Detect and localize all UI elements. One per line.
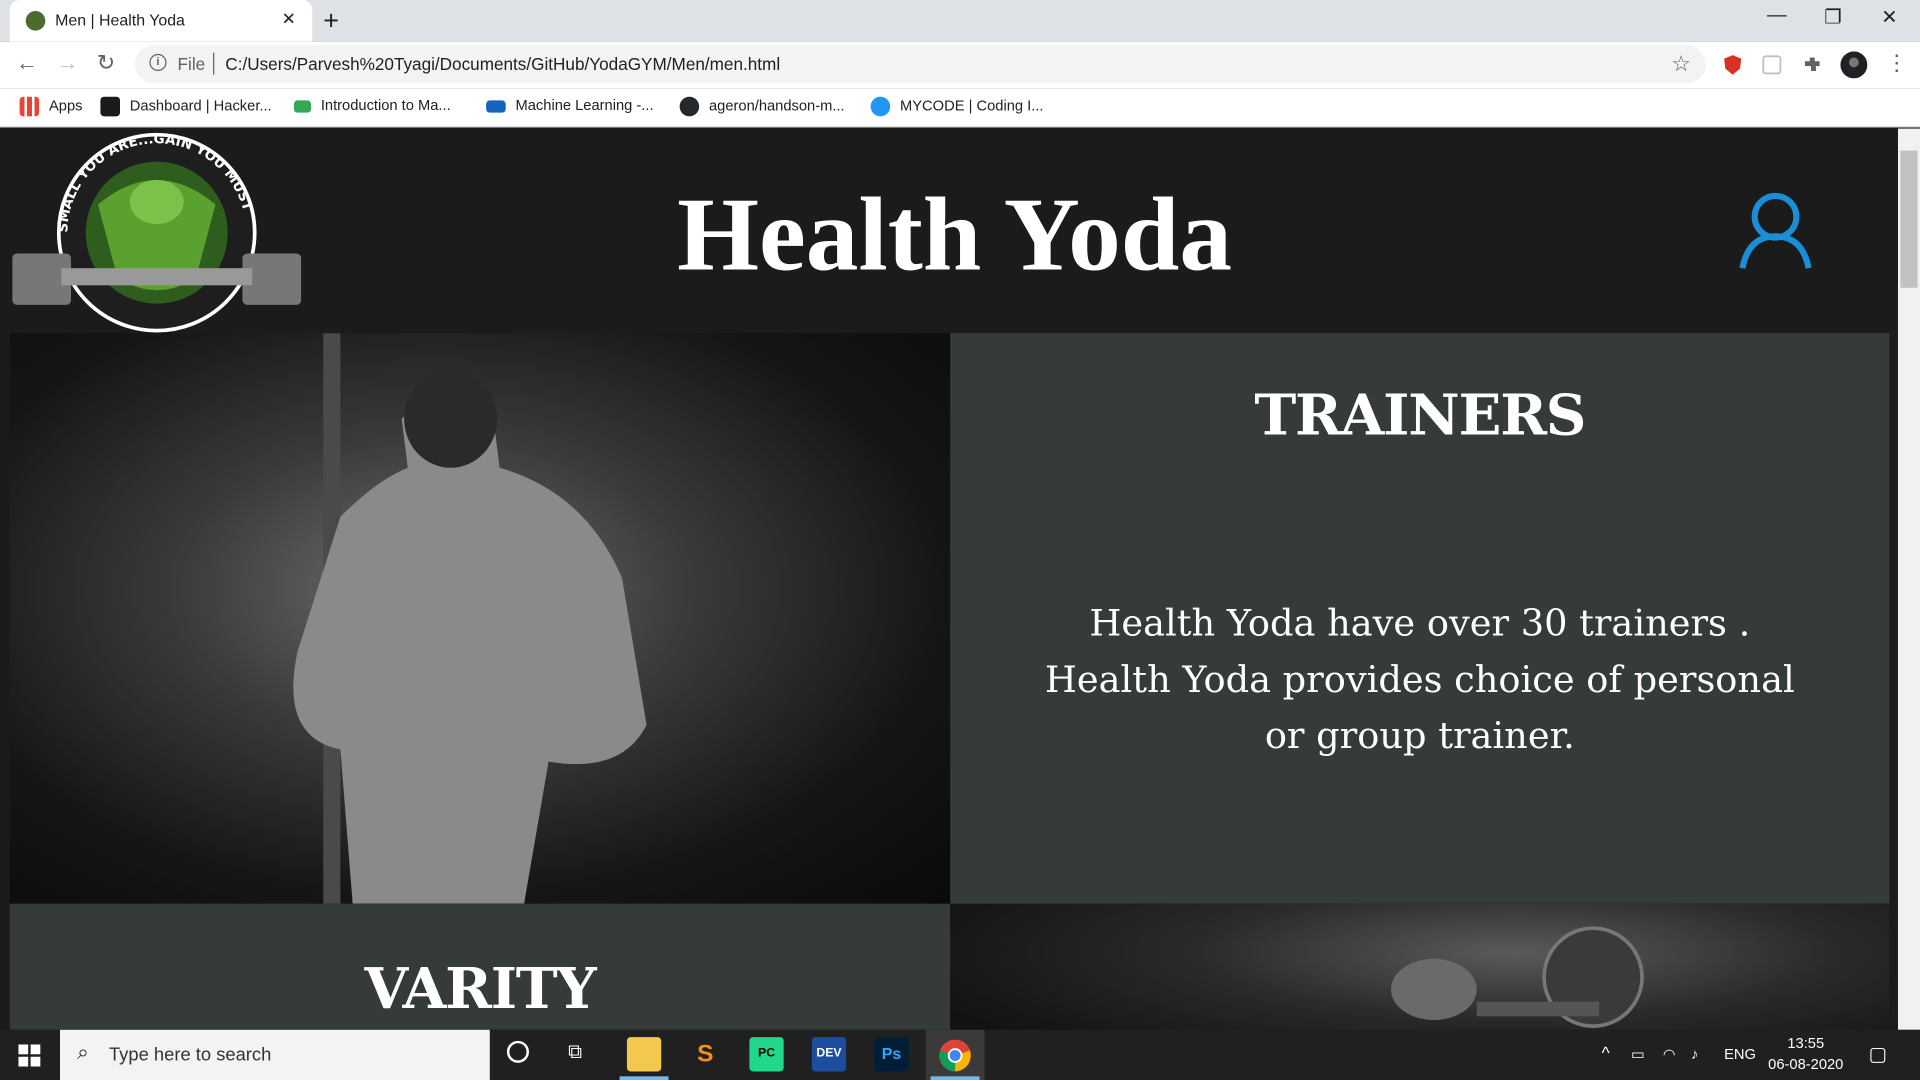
notifications-icon[interactable]: ▢ [1869, 1042, 1888, 1066]
divider [213, 52, 215, 75]
hackerrank-icon [100, 96, 121, 117]
yoda-favicon-icon [25, 11, 46, 31]
browser-tab[interactable]: Men | Health Yoda ✕ [9, 0, 313, 42]
puzzle-extensions-icon[interactable] [1801, 54, 1823, 76]
url-text[interactable]: C:/Users/Parvesh%20Tyagi/Documents/GitHu… [225, 54, 780, 74]
tab-strip: Men | Health Yoda ✕ + — ❐ ✕ [0, 0, 1920, 42]
taskbar-search[interactable]: ⌕ Type here to search [60, 1029, 490, 1080]
dev-cpp-icon[interactable]: DEV [811, 1037, 847, 1072]
content-grid: TRAINERS Health Yoda have over 30 traine… [9, 333, 1890, 1030]
scrollbar-thumb[interactable] [1900, 150, 1918, 288]
github-icon [679, 96, 700, 117]
trainers-heading: TRAINERS [1254, 382, 1586, 449]
forward-icon[interactable]: → [56, 50, 78, 76]
shield-extension-icon[interactable] [1722, 54, 1744, 76]
extension-icon[interactable] [1761, 54, 1783, 76]
back-icon[interactable]: ← [16, 50, 38, 76]
battery-icon[interactable]: ▭ [1631, 1046, 1645, 1063]
bookmark-mycode[interactable]: MYCODE | Coding I... [870, 96, 1044, 117]
taskbar-clock[interactable]: 13:55 06-08-2020 [1768, 1033, 1843, 1075]
mycode-icon [870, 96, 891, 117]
trainers-description: Health Yoda have over 30 trainers . Heal… [1044, 602, 1795, 758]
volume-icon[interactable]: ♪ [1691, 1046, 1698, 1063]
bookmark-label: Introduction to Ma... [320, 96, 451, 114]
active-indicator [930, 1076, 980, 1080]
weights-photo [950, 903, 1890, 1030]
browser-toolbar: ← → ↻ i File C:/Users/Parvesh%20Tyagi/Do… [0, 41, 1920, 89]
bookmark-label: Machine Learning -... [515, 96, 654, 114]
show-hidden-icons-icon[interactable]: ^ [1602, 1043, 1610, 1063]
user-account-icon[interactable] [1736, 190, 1814, 271]
minimize-icon[interactable]: — [1749, 5, 1805, 27]
sublime-text-icon[interactable]: S [688, 1037, 723, 1072]
profile-avatar[interactable] [1840, 51, 1868, 79]
url-scheme-label: File [177, 53, 206, 74]
clock-date: 06-08-2020 [1768, 1055, 1844, 1073]
photoshop-icon[interactable]: Ps [874, 1037, 909, 1072]
search-placeholder[interactable]: Type here to search [109, 1044, 271, 1065]
bookmark-intro-ml[interactable]: Introduction to Ma... [293, 96, 451, 114]
search-icon: ⌕ [77, 1040, 89, 1065]
site-title: Health Yoda [677, 175, 1233, 293]
menu-icon[interactable]: ⋮ [1886, 50, 1908, 76]
bookmark-github[interactable]: ageron/handson-m... [679, 96, 845, 117]
bookmark-hackerrank[interactable]: Dashboard | Hacker... [100, 96, 272, 117]
close-tab-icon[interactable]: ✕ [282, 9, 296, 30]
bookmark-label: Apps [48, 96, 83, 115]
bodybuilder-silhouette [293, 333, 647, 904]
bookmark-label: Dashboard | Hacker... [129, 96, 272, 115]
info-icon[interactable]: i [149, 53, 167, 72]
new-tab-button[interactable]: + [323, 5, 339, 37]
web-page: SMALL YOU ARE...GAIN YOU MUST Health Yod… [0, 128, 1898, 1030]
bookmark-star-icon[interactable]: ☆ [1671, 51, 1691, 77]
trainers-panel: TRAINERS Health Yoda have over 30 traine… [950, 333, 1890, 904]
dumbbell-image [1391, 926, 1644, 1028]
language-indicator[interactable]: ENG [1724, 1046, 1756, 1063]
chrome-icon [939, 1039, 972, 1072]
close-window-icon[interactable]: ✕ [1861, 5, 1917, 29]
windows-start-icon[interactable] [18, 1044, 41, 1067]
bookmark-machine-learning[interactable]: Machine Learning -... [486, 96, 654, 114]
bookmark-apps[interactable]: Apps [19, 96, 83, 117]
wifi-icon[interactable]: ◠ [1663, 1046, 1676, 1063]
yoda-gym-logo[interactable]: SMALL YOU ARE...GAIN YOU MUST [12, 131, 302, 334]
cortana-icon[interactable] [506, 1040, 529, 1063]
coursera-icon [486, 100, 506, 113]
reload-icon[interactable]: ↻ [97, 50, 115, 76]
trainer-photo [9, 333, 951, 904]
apps-grid-icon [19, 96, 40, 117]
file-explorer-icon[interactable] [626, 1037, 662, 1072]
tab-title: Men | Health Yoda [55, 11, 185, 30]
bookmark-label: MYCODE | Coding I... [900, 96, 1044, 115]
restore-icon[interactable]: ❐ [1805, 5, 1861, 29]
address-bar[interactable]: i File C:/Users/Parvesh%20Tyagi/Document… [134, 45, 1706, 84]
pycharm-icon[interactable]: PC [749, 1037, 784, 1072]
task-view-icon[interactable]: ⧉ [568, 1042, 582, 1064]
code-icon [293, 100, 312, 113]
variety-panel: VARITY [9, 903, 951, 1030]
page-scrollbar[interactable] [1897, 128, 1920, 1030]
clock-time: 13:55 [1787, 1034, 1825, 1052]
windows-taskbar: ⌕ Type here to search ⧉ S PC DEV Ps ^ ▭ … [0, 1029, 1920, 1080]
active-indicator [619, 1076, 669, 1080]
bookmarks-bar: Apps Dashboard | Hacker... Introduction … [0, 88, 1920, 128]
variety-heading: VARITY [364, 955, 597, 1022]
bookmark-label: ageron/handson-m... [708, 96, 845, 115]
